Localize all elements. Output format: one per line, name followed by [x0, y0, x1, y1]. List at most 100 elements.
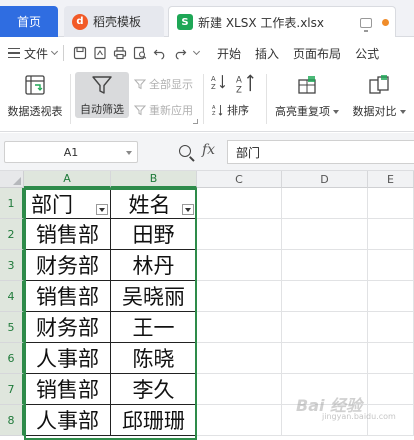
- data-cell[interactable]: 陈晓: [111, 343, 197, 374]
- menu-item-formula[interactable]: 公式: [355, 45, 379, 62]
- data-cell[interactable]: 人事部: [24, 405, 111, 436]
- data-cell[interactable]: 邱珊珊: [111, 405, 197, 436]
- empty-cell[interactable]: [282, 188, 368, 219]
- empty-cell[interactable]: [197, 343, 282, 374]
- row-header[interactable]: 5: [0, 312, 24, 343]
- monitor-icon[interactable]: [360, 17, 372, 32]
- data-cell[interactable]: 销售部: [24, 219, 111, 250]
- fx-icon[interactable]: fx: [202, 142, 215, 158]
- name-box-dropdown-icon[interactable]: [126, 151, 132, 155]
- export-pdf-icon[interactable]: [90, 43, 110, 63]
- tab-active-document[interactable]: S 新建 XLSX 工作表.xlsx: [168, 6, 396, 37]
- highlight-duplicates-icon: [298, 76, 316, 94]
- row-header[interactable]: 4: [0, 281, 24, 312]
- ribbon-separator: [266, 74, 267, 124]
- column-header[interactable]: B: [111, 171, 197, 188]
- spreadsheet-icon: S: [177, 14, 193, 30]
- caret-down-icon: [399, 110, 406, 114]
- highlight-duplicates-label: 高亮重复项: [275, 105, 330, 118]
- data-compare-button[interactable]: 数据对比: [346, 74, 412, 119]
- name-box[interactable]: A1: [4, 141, 138, 163]
- column-header[interactable]: E: [368, 171, 414, 188]
- empty-cell[interactable]: [197, 374, 282, 405]
- empty-cell[interactable]: [282, 343, 368, 374]
- hamburger-icon[interactable]: [8, 48, 20, 58]
- print-preview-icon[interactable]: [130, 43, 150, 63]
- empty-cell[interactable]: [368, 219, 414, 250]
- row-header[interactable]: 2: [0, 219, 24, 250]
- menu-item-insert[interactable]: 插入: [255, 45, 279, 62]
- data-cell[interactable]: 林丹: [111, 250, 197, 281]
- data-cell[interactable]: 李久: [111, 374, 197, 405]
- save-icon[interactable]: [70, 43, 90, 63]
- tab-home-label: 首页: [16, 15, 41, 29]
- filter-dropdown-button[interactable]: [96, 204, 108, 215]
- empty-cell[interactable]: [197, 219, 282, 250]
- data-cell[interactable]: 财务部: [24, 312, 111, 343]
- data-compare-label: 数据对比: [352, 105, 397, 118]
- menu-item-page-layout[interactable]: 页面布局: [293, 45, 341, 62]
- column-header[interactable]: A: [24, 171, 111, 188]
- highlight-duplicates-button[interactable]: 高亮重复项: [272, 74, 342, 119]
- filter-group-launcher-icon[interactable]: [193, 119, 198, 124]
- select-all-corner[interactable]: [0, 171, 24, 188]
- empty-cell[interactable]: [197, 312, 282, 343]
- menu-file[interactable]: 文件: [24, 45, 48, 62]
- sort-descending-button[interactable]: A Z: [236, 74, 259, 94]
- data-cell[interactable]: 财务部: [24, 250, 111, 281]
- tab-home[interactable]: 首页: [0, 6, 58, 37]
- tab-template[interactable]: d 稻壳模板: [64, 6, 164, 37]
- quick-access-chevron-icon[interactable]: [192, 47, 201, 56]
- row-header[interactable]: 3: [0, 250, 24, 281]
- data-cell[interactable]: 吴晓丽: [111, 281, 197, 312]
- row-header[interactable]: 7: [0, 374, 24, 405]
- search-icon[interactable]: [179, 145, 191, 157]
- empty-cell[interactable]: [197, 250, 282, 281]
- empty-cell[interactable]: [282, 219, 368, 250]
- data-cell[interactable]: 销售部: [24, 374, 111, 405]
- row-header[interactable]: 6: [0, 343, 24, 374]
- cell-text: 王一: [132, 316, 175, 340]
- chevron-down-icon[interactable]: [50, 47, 59, 56]
- empty-cell[interactable]: [197, 188, 282, 219]
- empty-cell[interactable]: [368, 250, 414, 281]
- show-all-button[interactable]: 全部显示: [134, 76, 193, 92]
- data-cell[interactable]: 销售部: [24, 281, 111, 312]
- redo-icon[interactable]: [170, 43, 190, 63]
- filter-dropdown-button[interactable]: [182, 204, 194, 215]
- pivot-table-label: 数据透视表: [7, 105, 63, 118]
- empty-cell[interactable]: [282, 312, 368, 343]
- cell-text: 田野: [132, 223, 175, 247]
- sort-ascending-button[interactable]: A Z: [211, 74, 230, 90]
- empty-cell[interactable]: [368, 312, 414, 343]
- pivot-table-icon: [25, 75, 45, 95]
- column-header[interactable]: D: [282, 171, 368, 188]
- reapply-button[interactable]: 重新应用: [134, 102, 193, 118]
- autofilter-button[interactable]: 自动筛选: [75, 72, 129, 118]
- empty-cell[interactable]: [368, 374, 414, 405]
- column-header[interactable]: C: [197, 171, 282, 188]
- empty-cell[interactable]: [197, 405, 282, 436]
- empty-cell[interactable]: [282, 281, 368, 312]
- undo-icon[interactable]: [150, 43, 170, 63]
- row-header[interactable]: 8: [0, 405, 24, 436]
- menu-item-start[interactable]: 开始: [217, 45, 241, 62]
- data-cell[interactable]: 田野: [111, 219, 197, 250]
- sort-ascending-icon: A Z: [211, 75, 226, 90]
- row-header[interactable]: 1: [0, 188, 24, 219]
- empty-cell[interactable]: [368, 188, 414, 219]
- reapply-icon: [134, 105, 146, 116]
- sort-button[interactable]: A Z 排序: [212, 102, 249, 118]
- empty-cell[interactable]: [197, 281, 282, 312]
- ribbon-separator: [70, 74, 71, 124]
- formula-input[interactable]: 部门: [227, 140, 414, 164]
- empty-cell[interactable]: [368, 343, 414, 374]
- print-icon[interactable]: [110, 43, 130, 63]
- pivot-table-button[interactable]: 数据透视表: [6, 74, 64, 119]
- data-cell[interactable]: 王一: [111, 312, 197, 343]
- svg-text:Z: Z: [236, 86, 242, 94]
- empty-cell[interactable]: [282, 250, 368, 281]
- empty-cell[interactable]: [368, 281, 414, 312]
- reapply-label: 重新应用: [149, 104, 193, 117]
- data-cell[interactable]: 人事部: [24, 343, 111, 374]
